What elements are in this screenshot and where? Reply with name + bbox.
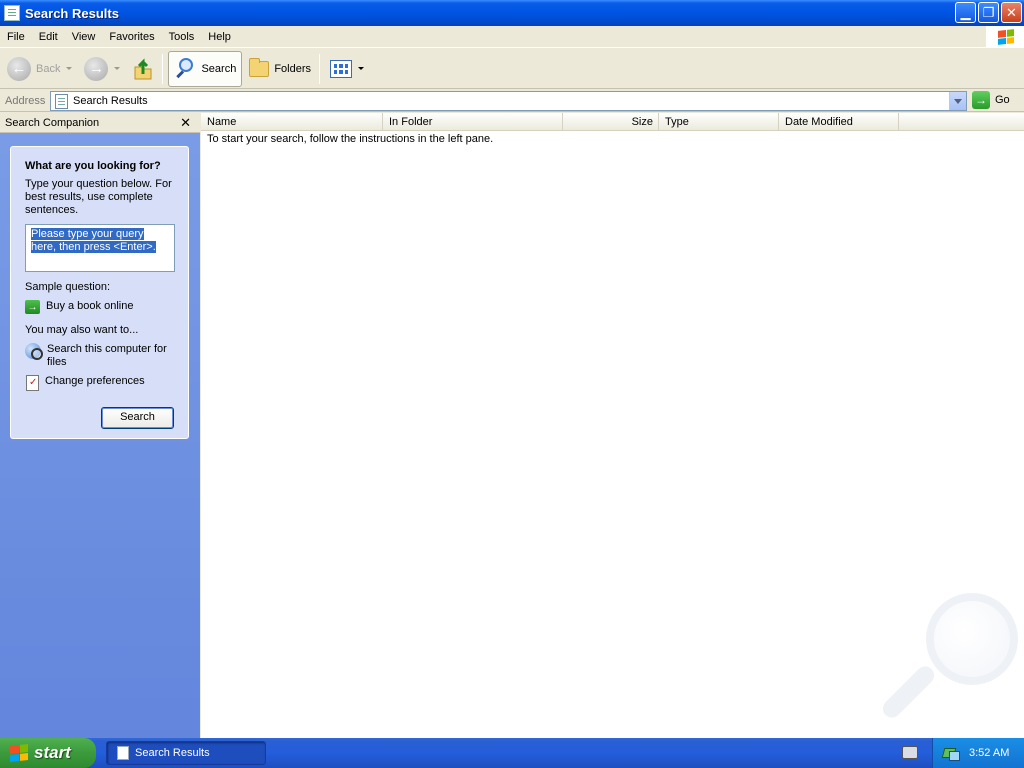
forward-dropdown-icon[interactable] (114, 67, 121, 70)
search-icon (174, 57, 196, 81)
address-label: Address (5, 94, 46, 107)
panel-heading: What are you looking for? (25, 160, 161, 172)
query-placeholder-line1: Please type your query (31, 228, 144, 240)
search-results-window-icon (4, 5, 20, 21)
search-computer-link[interactable]: Search this computer for files (25, 343, 174, 369)
window-controls: ▁ ❐ ✕ (955, 2, 1022, 23)
panel-instructions: Type your question below. For best resul… (25, 178, 172, 216)
close-button[interactable]: ✕ (1001, 2, 1022, 23)
menu-tools[interactable]: Tools (162, 26, 202, 48)
column-header-name[interactable]: Name (201, 113, 383, 131)
back-arrow-icon: ← (7, 56, 31, 81)
up-folder-button[interactable] (127, 51, 159, 87)
column-header-date-modified[interactable]: Date Modified (779, 113, 899, 131)
menu-view[interactable]: View (65, 26, 103, 48)
go-button[interactable]: → Go (972, 91, 1010, 109)
sample-question-label: Sample question: (25, 281, 110, 293)
taskbar: start Search Results 3:52 AM (0, 738, 1024, 768)
forward-arrow-icon: → (84, 56, 109, 81)
folder-icon (249, 57, 270, 77)
clock[interactable]: 3:52 AM (969, 747, 1009, 759)
restore-button[interactable]: ❐ (978, 2, 999, 23)
magnifier-watermark-icon (871, 588, 1021, 738)
search-results-task-icon (117, 746, 129, 760)
start-button[interactable]: start (0, 738, 96, 768)
results-pane: Name In Folder Size Type Date Modified T… (201, 113, 1024, 738)
menu-file[interactable]: File (0, 26, 32, 48)
folders-label: Folders (274, 62, 312, 75)
sample-link-text[interactable]: Buy a book online (46, 300, 133, 313)
back-button[interactable]: ← Back (2, 51, 77, 87)
search-companion-header: Search Companion ✕ (0, 113, 200, 133)
views-dropdown-icon[interactable] (358, 67, 365, 70)
column-header-size[interactable]: Size (563, 113, 659, 131)
menu-bar: File Edit View Favorites Tools Help (0, 26, 1024, 48)
address-bar: Address Search Results → Go (0, 90, 1024, 112)
go-label: Go (995, 94, 1010, 106)
windows-logo-icon (986, 26, 1024, 48)
search-query-input[interactable]: Please type your query here, then press … (25, 224, 175, 272)
results-message: To start your search, follow the instruc… (207, 133, 494, 145)
search-computer-text[interactable]: Search this computer for files (47, 343, 174, 369)
toolbar-separator (319, 53, 321, 84)
preferences-icon (26, 375, 39, 391)
window-title: Search Results (25, 5, 119, 21)
search-toolbar-button[interactable]: Search (168, 50, 243, 87)
menu-help[interactable]: Help (201, 26, 238, 48)
query-placeholder-line2: here, then press <Enter>. (31, 241, 156, 253)
toolbar-separator (162, 53, 164, 84)
search-companion-title: Search Companion (5, 116, 100, 129)
taskbar-button-search-results[interactable]: Search Results (106, 741, 266, 765)
sample-question-link[interactable]: → Buy a book online (25, 300, 174, 314)
views-icon (330, 59, 353, 78)
back-dropdown-icon[interactable] (66, 67, 73, 70)
column-headers: Name In Folder Size Type Date Modified (201, 113, 1024, 131)
address-input[interactable]: Search Results (50, 91, 967, 111)
go-arrow-icon: → (972, 91, 990, 109)
change-preferences-text[interactable]: Change preferences (45, 375, 145, 388)
system-tray: 3:52 AM (932, 738, 1024, 768)
keyboard-icon[interactable] (902, 746, 918, 759)
title-bar[interactable]: Search Results ▁ ❐ ✕ (0, 0, 1024, 26)
start-label: start (34, 743, 71, 762)
toolbar: ← Back → Search Folders (0, 49, 1024, 89)
search-companion-pane: Search Companion ✕ What are you looking … (0, 113, 200, 738)
menu-favorites[interactable]: Favorites (102, 26, 161, 48)
task-label: Search Results (135, 747, 210, 759)
up-folder-icon (132, 57, 154, 81)
menu-edit[interactable]: Edit (32, 26, 65, 48)
back-label: Back (36, 62, 61, 75)
views-button[interactable] (325, 51, 369, 87)
also-label: You may also want to... (25, 324, 139, 336)
search-button[interactable]: Search (101, 407, 174, 429)
column-header-in-folder[interactable]: In Folder (383, 113, 563, 131)
close-pane-icon[interactable]: ✕ (180, 115, 191, 131)
search-toolbar-label: Search (201, 62, 237, 75)
forward-button[interactable]: → (79, 51, 125, 87)
network-icon[interactable] (943, 746, 960, 761)
address-value: Search Results (73, 95, 148, 107)
column-header-type[interactable]: Type (659, 113, 779, 131)
folders-button[interactable]: Folders (244, 51, 316, 87)
search-results-page-icon (55, 93, 68, 109)
green-arrow-icon: → (25, 300, 40, 314)
search-computer-icon (25, 343, 43, 360)
search-panel: What are you looking for? Type your ques… (10, 146, 189, 439)
minimize-button[interactable]: ▁ (955, 2, 976, 23)
change-preferences-link[interactable]: Change preferences (25, 375, 174, 391)
windows-flag-icon (10, 744, 28, 762)
address-dropdown-icon[interactable] (949, 92, 966, 110)
